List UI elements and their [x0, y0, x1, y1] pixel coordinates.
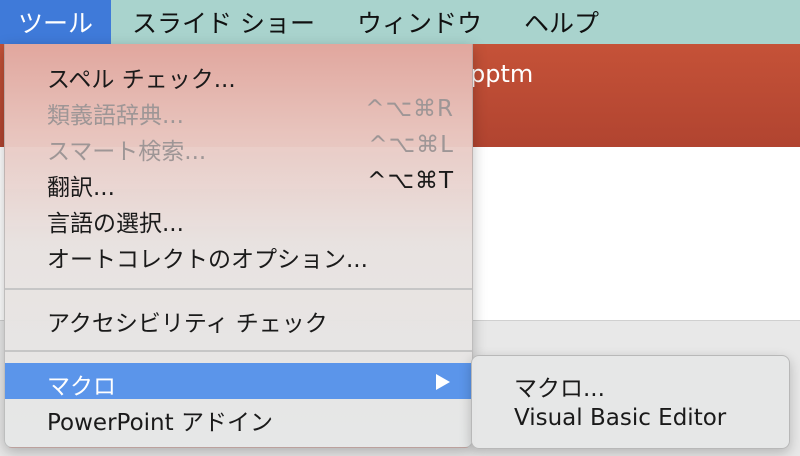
menu-item-macro[interactable]: マクロ [5, 363, 472, 400]
menu-item-translate[interactable]: 翻訳... ^⌥⌘T [5, 164, 472, 201]
menu-item-autocorrect[interactable]: オートコレクトのオプション... [5, 236, 472, 273]
menu-item-thesaurus[interactable]: 類義語辞典... ^⌥⌘R [5, 92, 472, 129]
shortcut-label: ^⌥⌘R [365, 96, 454, 122]
shortcut-label: ^⌥⌘T [367, 168, 454, 194]
window-title: pptm [470, 60, 534, 88]
menu-item-label: オートコレクトのオプション... [47, 247, 368, 273]
submenu-item-vb-editor[interactable]: Visual Basic Editor [472, 401, 789, 437]
menu-separator [5, 350, 472, 352]
menu-slideshow[interactable]: スライド ショー [111, 0, 336, 44]
menu-tools[interactable]: ツール [0, 0, 112, 44]
menu-help[interactable]: ヘルプ [503, 0, 620, 44]
menu-item-accessibility[interactable]: アクセシビリティ チェック [5, 300, 472, 337]
menu-item-label: アクセシビリティ チェック [47, 311, 328, 337]
tools-menu: スペル チェック... 類義語辞典... ^⌥⌘R スマート検索... ^⌥⌘L… [4, 44, 473, 448]
menu-item-label: PowerPoint アドイン [47, 410, 273, 436]
menu-item-smart-lookup[interactable]: スマート検索... ^⌥⌘L [5, 128, 472, 165]
submenu-arrow-icon [436, 374, 450, 390]
menu-item-language[interactable]: 言語の選択... [5, 200, 472, 237]
menu-item-label: スマート検索... [47, 139, 207, 165]
menu-item-label: 類義語辞典... [47, 103, 184, 129]
submenu-item-label: マクロ... [514, 376, 605, 402]
menu-window[interactable]: ウィンドウ [336, 0, 503, 44]
shortcut-label: ^⌥⌘L [368, 132, 454, 158]
submenu-item-macros[interactable]: マクロ... [472, 365, 789, 402]
macro-submenu: マクロ... Visual Basic Editor [471, 355, 790, 449]
menu-item-label: 言語の選択... [47, 211, 184, 237]
menu-bar: ツール スライド ショー ウィンドウ ヘルプ [0, 0, 800, 44]
menu-item-label: 翻訳... [47, 175, 115, 201]
menu-separator [5, 288, 472, 290]
menu-item-label: スペル チェック... [47, 67, 236, 93]
menu-item-spell-check[interactable]: スペル チェック... [5, 56, 472, 93]
menu-item-label: マクロ [47, 374, 116, 400]
submenu-item-label: Visual Basic Editor [514, 405, 727, 431]
menu-item-powerpoint-addins[interactable]: PowerPoint アドイン [5, 399, 472, 436]
